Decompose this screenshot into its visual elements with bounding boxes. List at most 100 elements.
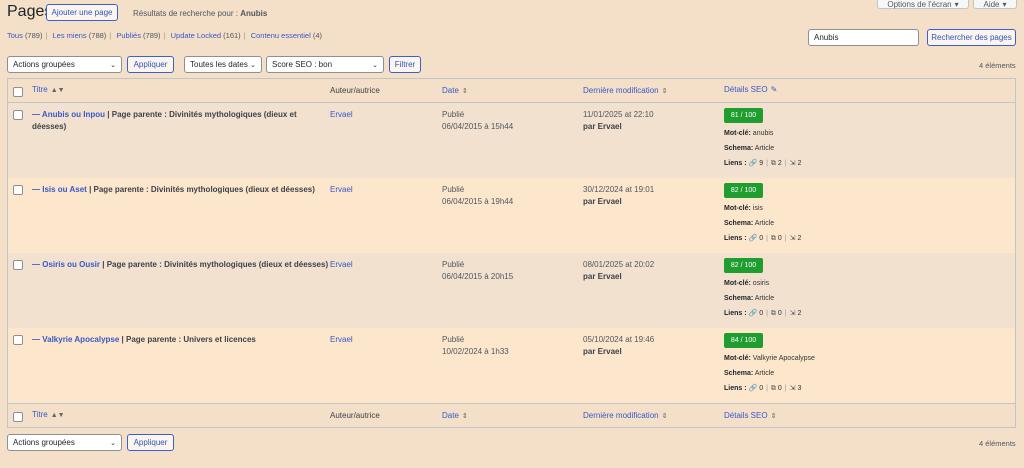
pages-table: Titre ▲▼ Auteur/autrice Date ⇕ Dernière mo… xyxy=(7,78,1016,428)
row-modified: 30/12/2024 at 19:01 par Ervael xyxy=(583,185,655,206)
row-title-cell: — Anubis ou Inpou | Page parente : Divin… xyxy=(32,109,322,133)
row-modified: 11/01/2025 at 22:10 par Ervael xyxy=(583,110,654,131)
column-title[interactable]: Titre ▲▼ xyxy=(32,84,65,97)
row-author[interactable]: Ervael xyxy=(330,109,353,121)
row-date: Publié 06/04/2015 à 19h44 xyxy=(442,185,514,206)
internal-link-icon: 🔗 xyxy=(748,235,758,242)
bulk-actions-select-bottom[interactable]: Actions groupées ⌄ xyxy=(7,434,122,451)
table-row: — Anubis ou Inpou | Page parente : Divin… xyxy=(8,103,1015,178)
row-title-cell: — Osiris ou Ousir | Page parente : Divin… xyxy=(32,259,332,271)
table-footer: Titre ▲▼ Auteur/autrice Date ⇕ Dernière mo… xyxy=(8,403,1015,427)
chevron-down-icon: ⌄ xyxy=(372,61,378,69)
internal-link-icon: 🔗 xyxy=(748,310,758,317)
row-author[interactable]: Ervael xyxy=(330,334,353,346)
row-title-cell: — Isis ou Aset | Page parente : Divinité… xyxy=(32,184,332,196)
search-pages-button[interactable]: Rechercher des pages xyxy=(927,29,1016,46)
table-header: Titre ▲▼ Auteur/autrice Date ⇕ Dernière mo… xyxy=(8,79,1015,103)
chevron-down-icon: ⌄ xyxy=(110,61,116,69)
select-all-checkbox[interactable] xyxy=(13,87,23,97)
seo-score-badge[interactable]: 82 / 100 xyxy=(724,258,763,273)
filter-mine[interactable]: Les miens (788) xyxy=(53,31,107,40)
row-parent: | Page parente : Divinités mythologiques… xyxy=(89,185,315,194)
filter-published[interactable]: Publiés (789) xyxy=(116,31,160,40)
row-checkbox[interactable] xyxy=(13,110,23,120)
dates-select[interactable]: Toutes les dates ⌄ xyxy=(184,56,262,73)
seo-score-badge[interactable]: 84 / 100 xyxy=(724,333,763,348)
row-parent: | Page parente : Univers et licences xyxy=(121,335,256,344)
sort-icon: ⇕ xyxy=(461,88,468,95)
row-title-link[interactable]: — Anubis ou Inpou xyxy=(32,110,105,119)
row-title-link[interactable]: — Isis ou Aset xyxy=(32,185,87,194)
filter-update-locked[interactable]: Update Locked (161) xyxy=(171,31,241,40)
help-label: Aide xyxy=(983,0,1000,9)
screen-options-label: Options de l'écran xyxy=(887,0,952,9)
sort-icon: ▲▼ xyxy=(50,412,65,419)
bulk-actions-value: Actions groupées xyxy=(13,438,75,447)
incoming-link-icon: ⇲ xyxy=(789,235,796,242)
row-title-link[interactable]: — Valkyrie Apocalypse xyxy=(32,335,119,344)
filter-button[interactable]: Filtrer xyxy=(389,56,421,73)
row-checkbox[interactable] xyxy=(13,335,23,345)
search-results-label: Résultats de recherche pour : Anubis xyxy=(133,9,267,18)
items-count-bottom: 4 éléments xyxy=(979,439,1016,448)
pencil-icon[interactable]: ✎ xyxy=(771,85,778,94)
row-title-cell: — Valkyrie Apocalypse | Page parente : U… xyxy=(32,334,332,346)
external-link-icon: ⧉ xyxy=(770,235,776,242)
sort-icon: ⇕ xyxy=(661,88,668,95)
apply-button-bottom[interactable]: Appliquer xyxy=(127,434,174,451)
row-checkbox[interactable] xyxy=(13,185,23,195)
external-link-icon: ⧉ xyxy=(770,160,776,167)
column-modified[interactable]: Dernière modification ⇕ xyxy=(583,85,667,98)
column-modified-footer[interactable]: Dernière modification ⇕ xyxy=(583,410,667,423)
column-author-footer: Auteur/autrice xyxy=(330,411,380,420)
filter-essential-content[interactable]: Contenu essentiel (4) xyxy=(251,31,322,40)
incoming-link-icon: ⇲ xyxy=(789,160,796,167)
caret-down-icon: ▾ xyxy=(1002,0,1007,9)
row-date: Publié 10/02/2024 à 1h33 xyxy=(442,335,509,356)
row-modified: 08/01/2025 at 20:02 par Ervael xyxy=(583,260,655,281)
column-seo[interactable]: Détails SEO ✎ xyxy=(724,84,777,96)
incoming-link-icon: ⇲ xyxy=(789,310,796,317)
dates-value: Toutes les dates xyxy=(190,60,248,69)
incoming-link-icon: ⇲ xyxy=(789,385,796,392)
column-seo-footer[interactable]: Détails SEO ⇕ xyxy=(724,410,776,423)
chevron-down-icon: ⌄ xyxy=(110,439,116,447)
help-button[interactable]: Aide ▾ xyxy=(973,0,1017,9)
sort-icon: ▲▼ xyxy=(50,87,65,94)
seo-score-badge[interactable]: 81 / 100 xyxy=(724,108,763,123)
row-seo-details: 82 / 100 Mot-clé: osiris Schema: Article… xyxy=(724,258,801,321)
apply-button[interactable]: Appliquer xyxy=(127,56,174,73)
add-new-page-button[interactable]: Ajouter une page xyxy=(46,4,118,21)
status-filters: Tous (789) | Les miens (788) | Publiés (78… xyxy=(7,31,323,40)
internal-link-icon: 🔗 xyxy=(748,160,758,167)
column-date[interactable]: Date ⇕ xyxy=(442,85,468,98)
search-input[interactable]: Anubis xyxy=(808,29,919,46)
row-seo-details: 81 / 100 Mot-clé: anubis Schema: Article… xyxy=(724,108,801,171)
chevron-down-icon: ⌄ xyxy=(250,61,256,69)
row-title-link[interactable]: — Osiris ou Ousir xyxy=(32,260,100,269)
search-results-prefix: Résultats de recherche pour : xyxy=(133,9,238,18)
row-author[interactable]: Ervael xyxy=(330,259,353,271)
row-parent: | Page parente : Divinités mythologiques… xyxy=(102,260,329,269)
row-checkbox[interactable] xyxy=(13,260,23,270)
screen-options-button[interactable]: Options de l'écran ▾ xyxy=(877,0,969,9)
column-date-footer[interactable]: Date ⇕ xyxy=(442,410,468,423)
filter-all[interactable]: Tous (789) xyxy=(7,31,42,40)
seo-score-select[interactable]: Score SEO : bon ⌄ xyxy=(266,56,384,73)
column-author: Auteur/autrice xyxy=(330,86,380,95)
caret-down-icon: ▾ xyxy=(954,0,959,9)
row-date: Publié 06/04/2015 à 20h15 xyxy=(442,260,514,281)
column-title-footer[interactable]: Titre ▲▼ xyxy=(32,409,65,422)
row-author[interactable]: Ervael xyxy=(330,184,353,196)
row-modified: 05/10/2024 at 19:46 par Ervael xyxy=(583,335,655,356)
bulk-actions-value: Actions groupées xyxy=(13,60,75,69)
sort-icon: ⇕ xyxy=(461,413,468,420)
external-link-icon: ⧉ xyxy=(770,385,776,392)
table-row: — Osiris ou Ousir | Page parente : Divin… xyxy=(8,253,1015,328)
seo-score-value: Score SEO : bon xyxy=(272,60,333,69)
sort-icon: ⇕ xyxy=(661,413,668,420)
external-link-icon: ⧉ xyxy=(770,310,776,317)
seo-score-badge[interactable]: 82 / 100 xyxy=(724,183,763,198)
select-all-checkbox-footer[interactable] xyxy=(13,412,23,422)
bulk-actions-select[interactable]: Actions groupées ⌄ xyxy=(7,56,122,73)
